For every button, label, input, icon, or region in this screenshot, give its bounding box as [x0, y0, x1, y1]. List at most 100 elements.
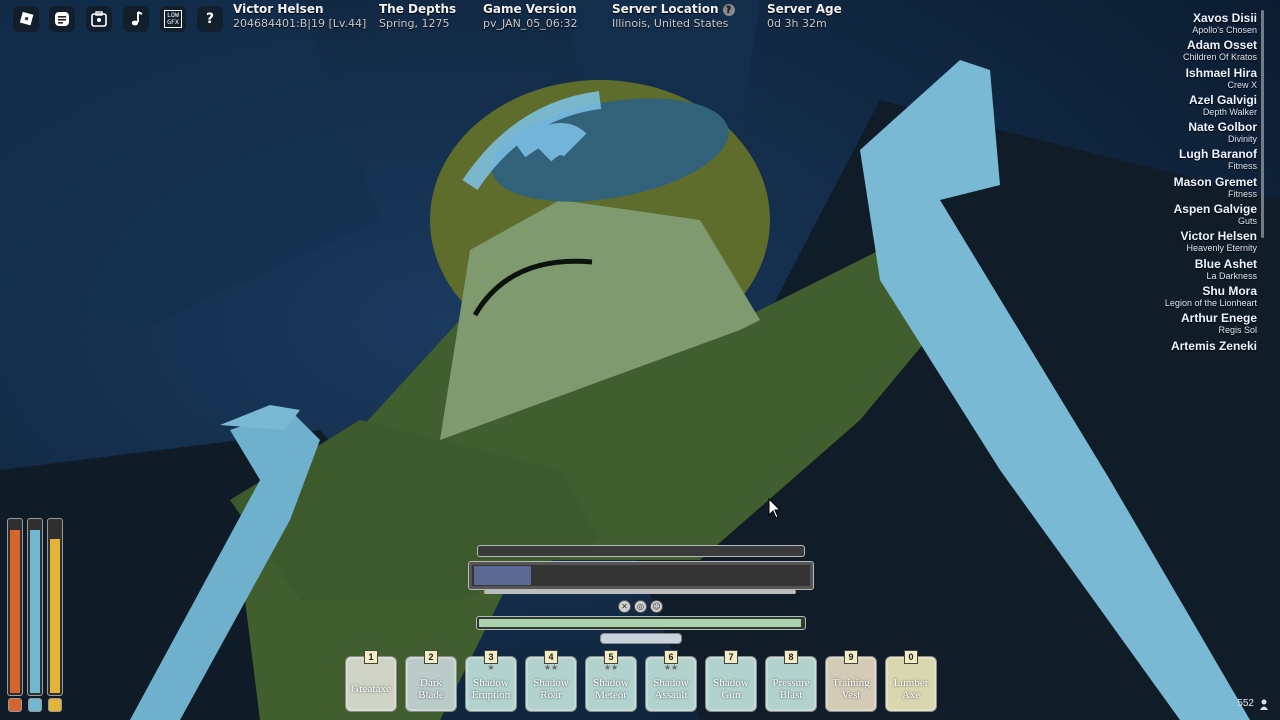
server-location-info: Server Location? Illinois, United States: [612, 2, 735, 30]
player-list-subtitle: Apollo's Chosen: [1192, 25, 1257, 35]
hotbar-slot-key: 4: [544, 650, 558, 664]
ether-bar: [27, 518, 43, 696]
location-info: The Depths Spring, 1275: [379, 2, 456, 30]
player-list-scrollbar[interactable]: [1261, 10, 1264, 238]
hotbar-slot-label: Shadow Meteor: [593, 677, 629, 701]
chat-button[interactable]: [49, 6, 75, 32]
player-list-entry[interactable]: Blue Ashet La Darkness: [1057, 256, 1257, 285]
game-version-label: Game Version: [483, 2, 577, 16]
hotbar-slot-key: 6: [664, 650, 678, 664]
player-list-entry[interactable]: Xavos Disii Apollo's Chosen: [1057, 12, 1257, 39]
hotbar-slot-label: Training Vest: [832, 677, 870, 701]
player-list: Xavos Disii Apollo's Chosen Adam Osset Chil…: [1057, 12, 1257, 367]
roblox-menu-icon: [19, 11, 34, 26]
hotbar-slot-label: Dark Blade: [418, 677, 444, 701]
player-list-entry[interactable]: Victor Helsen Heavenly Eternity: [1057, 230, 1257, 257]
player-list-name: Arthur Enege: [1180, 311, 1257, 326]
player-list-entry[interactable]: Nate Golbor Divinity: [1057, 121, 1257, 148]
game-version-value: pv_JAN_05_06:32: [483, 17, 578, 30]
hotbar-slot-label: Greataxe: [351, 683, 391, 695]
server-location-label: Server Location: [612, 2, 719, 16]
hotbar-slot[interactable]: 6 ★★ Shadow Assault: [645, 650, 697, 712]
hotbar-slot[interactable]: 0 Lumber Axe: [885, 650, 937, 712]
player-list-name: Victor Helsen: [1180, 229, 1257, 244]
stamina-bar: [47, 518, 63, 696]
player-list-entry[interactable]: Artemis Zeneki: [1057, 338, 1257, 367]
player-list-entry[interactable]: Lugh Baranof Fitness: [1057, 148, 1257, 175]
chat-icon: [55, 12, 69, 26]
player-list-subtitle: Heavenly Eternity: [1186, 243, 1257, 254]
hotbar-slot[interactable]: 1 Greataxe: [345, 650, 397, 712]
hotbar-slot-label: Shadow Gun: [713, 677, 749, 701]
player-list-entry[interactable]: Arthur Enege Regis Sol: [1057, 312, 1257, 339]
hotbar-slot-label: Pressure Blast: [772, 677, 810, 701]
sub-bar: [600, 633, 682, 644]
graphics-button[interactable]: LOW GFX: [160, 6, 186, 32]
player-list-name: Aspen Galvige: [1173, 202, 1257, 217]
main-bar-fill: [474, 566, 531, 585]
music-icon: [131, 11, 143, 26]
player-list-name: Mason Gremet: [1173, 174, 1257, 189]
hotbar-slot-key: 1: [364, 650, 378, 664]
player-list-entry[interactable]: Azel Galvigi Depth Walker: [1057, 92, 1257, 121]
player-list-subtitle: Regis Sol: [1218, 325, 1257, 336]
roblox-menu-button[interactable]: [13, 6, 39, 32]
hotbar-slot-key: 8: [784, 650, 798, 664]
game-version-info: Game Version pv_JAN_05_06:32: [483, 2, 578, 30]
player-list-name: Blue Ashet: [1194, 256, 1257, 271]
server-age-info: Server Age 0d 3h 32m: [767, 2, 842, 30]
player-list-entry[interactable]: Shu Mora Legion of the Lionheart: [1057, 283, 1257, 312]
ether-bar-fill: [30, 529, 40, 693]
player-list-subtitle: Guts: [1237, 216, 1257, 227]
hotbar-slot-label: Shadow Eruption: [471, 677, 511, 701]
player-list-name: Adam Osset: [1186, 38, 1257, 53]
player-list-entry[interactable]: Aspen Galvige Guts: [1057, 203, 1257, 230]
player-list-subtitle: Depth Walker: [1202, 106, 1257, 117]
backpack-button[interactable]: [86, 6, 112, 32]
hotbar-slot[interactable]: 8 Pressure Blast: [765, 650, 817, 712]
player-list-entry[interactable]: Mason Gremet Fitness: [1057, 174, 1257, 203]
health-bar: [7, 518, 23, 696]
player-list-name: Artemis Zeneki: [1170, 338, 1257, 353]
swirl-status-icon: ◎: [634, 600, 647, 613]
stamina-icon: [48, 698, 62, 712]
hotbar-slot[interactable]: 7 Shadow Gun: [705, 650, 757, 712]
cross-status-icon: ✕: [618, 600, 631, 613]
tempo-bar-fill: [479, 619, 801, 627]
location-value: Spring, 1275: [379, 17, 450, 30]
mouse-cursor-icon: [768, 498, 782, 519]
player-list-subtitle: Fitness: [1227, 188, 1257, 199]
status-icons: ✕ ◎ ☺: [618, 600, 663, 613]
player-list-subtitle: Children Of Kratos: [1182, 52, 1257, 63]
health-icon: [8, 698, 22, 712]
hotbar-slot-label: Shadow Roar: [533, 677, 569, 701]
hotbar-slot-key: 5: [604, 650, 618, 664]
server-location-help-icon[interactable]: ?: [722, 4, 735, 16]
location-label: The Depths: [379, 2, 457, 16]
player-list-name: Shu Mora: [1202, 283, 1257, 298]
player-list-subtitle: Fitness: [1227, 161, 1257, 172]
posture-bar: [477, 545, 805, 557]
player-list-entry[interactable]: Adam Osset Children Of Kratos: [1057, 39, 1257, 66]
player-list-name: Azel Galvigi: [1188, 92, 1257, 107]
hotbar-slot[interactable]: 9 Training Vest: [825, 650, 877, 712]
hotbar-slot-key: 9: [844, 650, 858, 664]
hotbar-slot[interactable]: 4 ★★ Shadow Roar: [525, 650, 577, 712]
help-button[interactable]: ?: [197, 6, 223, 32]
music-button[interactable]: [123, 6, 149, 32]
hotbar-slot[interactable]: 5 ★★ Shadow Meteor: [585, 650, 637, 712]
hotbar-slot[interactable]: 3 ★ Shadow Eruption: [465, 650, 517, 712]
player-list-name: Lugh Baranof: [1179, 147, 1257, 162]
player-list-subtitle: Legion of the Lionheart: [1164, 297, 1257, 308]
stamina-bar-fill: [50, 538, 60, 693]
graphics-icon: LOW GFX: [164, 10, 182, 28]
main-bar: [468, 561, 814, 590]
hotbar-slot[interactable]: 2 Dark Blade: [405, 650, 457, 712]
player-id: 204684401:B|19 [Lv.44]: [233, 17, 367, 30]
tempo-bar: [476, 616, 806, 630]
person-icon: [1260, 699, 1268, 710]
player-list-entry[interactable]: Ishmael Hira Crew X: [1057, 66, 1257, 94]
server-location-value: Illinois, United States: [612, 17, 729, 30]
hotbar-slot-key: 0: [904, 650, 918, 664]
server-age-value: 0d 3h 32m: [767, 17, 827, 30]
